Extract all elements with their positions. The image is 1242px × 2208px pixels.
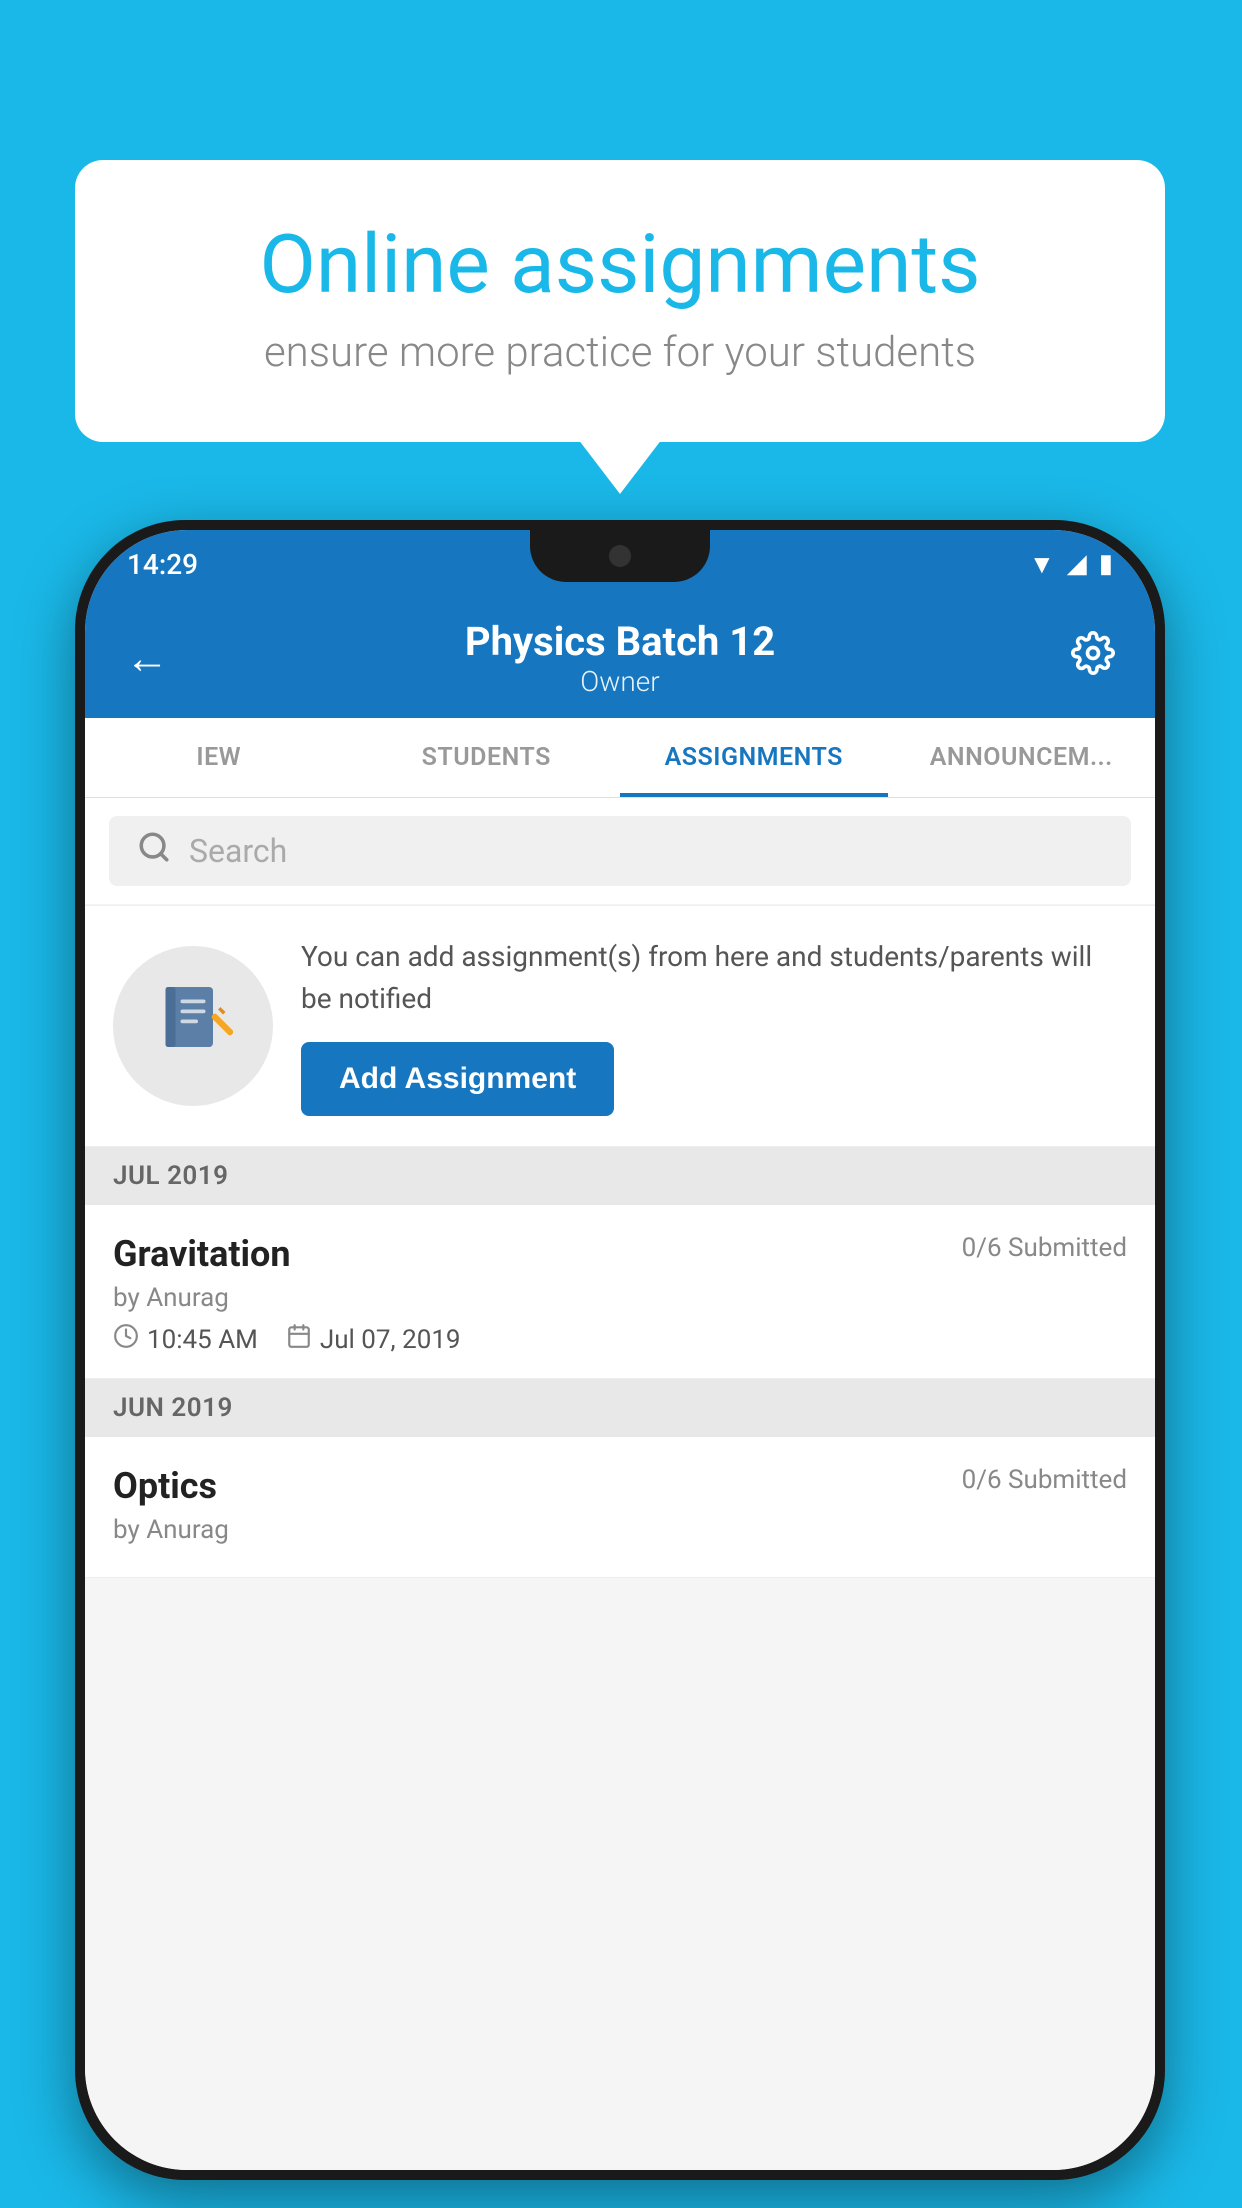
back-button[interactable]: ← bbox=[125, 632, 169, 684]
assignment-submitted-optics: 0/6 Submitted bbox=[962, 1465, 1127, 1495]
batch-subtitle: Owner bbox=[465, 665, 775, 698]
tab-assignments[interactable]: ASSIGNMENTS bbox=[620, 718, 888, 797]
speech-bubble-title: Online assignments bbox=[145, 220, 1095, 310]
promo-text: You can add assignment(s) from here and … bbox=[301, 936, 1127, 1020]
assignment-row-optics: Optics 0/6 Submitted bbox=[113, 1465, 1127, 1507]
battery-icon: ▮ bbox=[1099, 549, 1113, 579]
status-icons: ▼ ◢ ▮ bbox=[1029, 549, 1113, 580]
clock-icon bbox=[113, 1323, 139, 1356]
status-bar: 14:29 ▼ ◢ ▮ bbox=[85, 530, 1155, 598]
assignment-time: 10:45 AM bbox=[113, 1323, 258, 1356]
assignment-name: Gravitation bbox=[113, 1233, 291, 1275]
speech-bubble: Online assignments ensure more practice … bbox=[75, 160, 1165, 442]
section-header-jun: JUN 2019 bbox=[85, 1379, 1155, 1437]
speech-bubble-subtitle: ensure more practice for your students bbox=[145, 328, 1095, 377]
tab-students[interactable]: STUDENTS bbox=[353, 718, 621, 797]
tabs-bar: IEW STUDENTS ASSIGNMENTS ANNOUNCEM... bbox=[85, 718, 1155, 798]
phone-frame: 14:29 ▼ ◢ ▮ ← Physics Batch 12 Owner bbox=[75, 520, 1165, 2180]
assignment-submitted: 0/6 Submitted bbox=[962, 1233, 1127, 1263]
section-header-jul: JUL 2019 bbox=[85, 1147, 1155, 1205]
assignment-by-optics: by Anurag bbox=[113, 1515, 1127, 1545]
assignment-row: Gravitation 0/6 Submitted bbox=[113, 1233, 1127, 1275]
status-time: 14:29 bbox=[127, 548, 198, 581]
search-bar[interactable]: Search bbox=[109, 816, 1131, 886]
search-placeholder: Search bbox=[189, 832, 287, 870]
assignment-meta: 10:45 AM Jul 07, 2019 bbox=[113, 1323, 1127, 1356]
settings-button[interactable] bbox=[1071, 631, 1115, 686]
assignment-name-optics: Optics bbox=[113, 1465, 217, 1507]
tab-announcements[interactable]: ANNOUNCEM... bbox=[888, 718, 1156, 797]
promo-right: You can add assignment(s) from here and … bbox=[301, 936, 1127, 1116]
assignment-item-optics[interactable]: Optics 0/6 Submitted by Anurag bbox=[85, 1437, 1155, 1578]
date-value: Jul 07, 2019 bbox=[320, 1325, 461, 1355]
time-value: 10:45 AM bbox=[147, 1325, 258, 1355]
wifi-icon: ▼ bbox=[1029, 549, 1055, 580]
assignment-date: Jul 07, 2019 bbox=[286, 1323, 461, 1356]
app-header: ← Physics Batch 12 Owner bbox=[85, 598, 1155, 718]
screen-content: Search bbox=[85, 798, 1155, 2170]
speech-bubble-container: Online assignments ensure more practice … bbox=[75, 160, 1165, 442]
search-icon bbox=[137, 830, 171, 873]
calendar-icon bbox=[286, 1323, 312, 1356]
assignment-promo: You can add assignment(s) from here and … bbox=[85, 905, 1155, 1147]
notebook-icon bbox=[153, 977, 233, 1075]
phone-inner: 14:29 ▼ ◢ ▮ ← Physics Batch 12 Owner bbox=[85, 530, 1155, 2170]
assignment-by: by Anurag bbox=[113, 1283, 1127, 1313]
tab-iew[interactable]: IEW bbox=[85, 718, 353, 797]
add-assignment-button[interactable]: Add Assignment bbox=[301, 1042, 614, 1116]
batch-title: Physics Batch 12 bbox=[465, 618, 775, 665]
signal-icon: ◢ bbox=[1067, 549, 1087, 579]
header-center: Physics Batch 12 Owner bbox=[465, 618, 775, 698]
assignment-item-gravitation[interactable]: Gravitation 0/6 Submitted by Anurag 10:4… bbox=[85, 1205, 1155, 1379]
search-bar-container: Search bbox=[85, 798, 1155, 904]
promo-icon-circle bbox=[113, 946, 273, 1106]
camera bbox=[609, 545, 631, 567]
notch bbox=[530, 530, 710, 582]
